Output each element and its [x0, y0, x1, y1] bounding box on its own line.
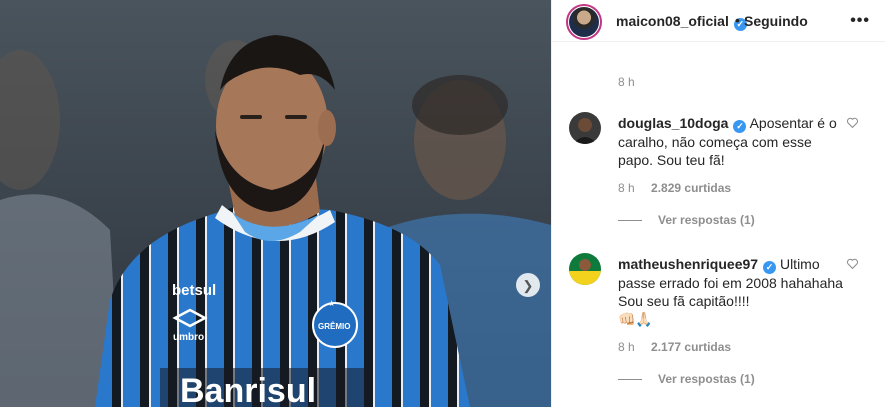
comment-meta: 8 h 2.177 curtidas [618, 340, 744, 354]
commenter-avatar[interactable] [569, 253, 601, 285]
post-photo[interactable]: Banrisul betsul umbro GRÊMIO ★ ❯ [0, 0, 551, 407]
view-replies-label[interactable]: Ver respostas (1) [658, 372, 755, 386]
comment-emoji: 👊🏻🙏🏻 [618, 311, 653, 327]
author-username[interactable]: maicon08_oficial ✓ [616, 13, 747, 31]
caption-timestamp: 8 h [618, 75, 635, 89]
crest-text: GRÊMIO [318, 322, 350, 331]
commenter-avatar[interactable] [569, 112, 601, 144]
comment-meta: 8 h 2.829 curtidas [618, 181, 744, 195]
post-side-panel: maicon08_oficial ✓ • Seguindo ••• ⏝⏝⏝⏝⏝ 8… [551, 0, 885, 407]
comment-time: 8 h [618, 181, 635, 195]
jersey-sponsor-text: Banrisul [180, 372, 316, 407]
replies-divider [618, 219, 642, 221]
comment-likes[interactable]: 2.177 curtidas [651, 340, 731, 354]
author-username-text[interactable]: maicon08_oficial [616, 13, 729, 29]
jersey-brand-text: betsul [172, 282, 216, 299]
header-separator: • [735, 12, 740, 28]
post-header: maicon08_oficial ✓ • Seguindo ••• [552, 0, 885, 42]
kit-maker-text: umbro [173, 332, 204, 343]
verified-badge-icon: ✓ [763, 261, 777, 274]
chevron-right-icon: ❯ [522, 277, 534, 293]
heart-outline-icon[interactable] [846, 257, 859, 270]
author-avatar[interactable] [566, 4, 602, 40]
replies-divider [618, 378, 642, 380]
view-replies-button[interactable]: Ver respostas (1) [618, 213, 755, 227]
player-photo-illustration: Banrisul betsul umbro GRÊMIO ★ [0, 0, 551, 407]
carousel-next-button[interactable]: ❯ [516, 273, 540, 297]
comment-likes[interactable]: 2.829 curtidas [651, 181, 731, 195]
verified-badge-icon: ✓ [733, 120, 747, 133]
comment-time: 8 h [618, 340, 635, 354]
following-button[interactable]: Seguindo [744, 13, 808, 29]
svg-text:★: ★ [328, 299, 335, 308]
commenter-username[interactable]: matheushenriquee97 [618, 256, 758, 272]
view-replies-label[interactable]: Ver respostas (1) [658, 213, 755, 227]
view-replies-button[interactable]: Ver respostas (1) [618, 372, 755, 386]
comments-list[interactable]: ⏝⏝⏝⏝⏝ 8 h douglas_10doga ✓ Aposentar é o … [552, 43, 885, 407]
cut-off-caption: ⏝⏝⏝⏝⏝ [618, 45, 686, 53]
more-options-icon[interactable]: ••• [850, 12, 870, 30]
heart-outline-icon[interactable] [846, 116, 859, 129]
comment-text-block: matheushenriquee97 ✓ Ultimo passe errado … [618, 255, 844, 328]
comment-text-block: douglas_10doga ✓ Aposentar é o caralho, n… [618, 114, 844, 169]
commenter-username[interactable]: douglas_10doga [618, 115, 728, 131]
